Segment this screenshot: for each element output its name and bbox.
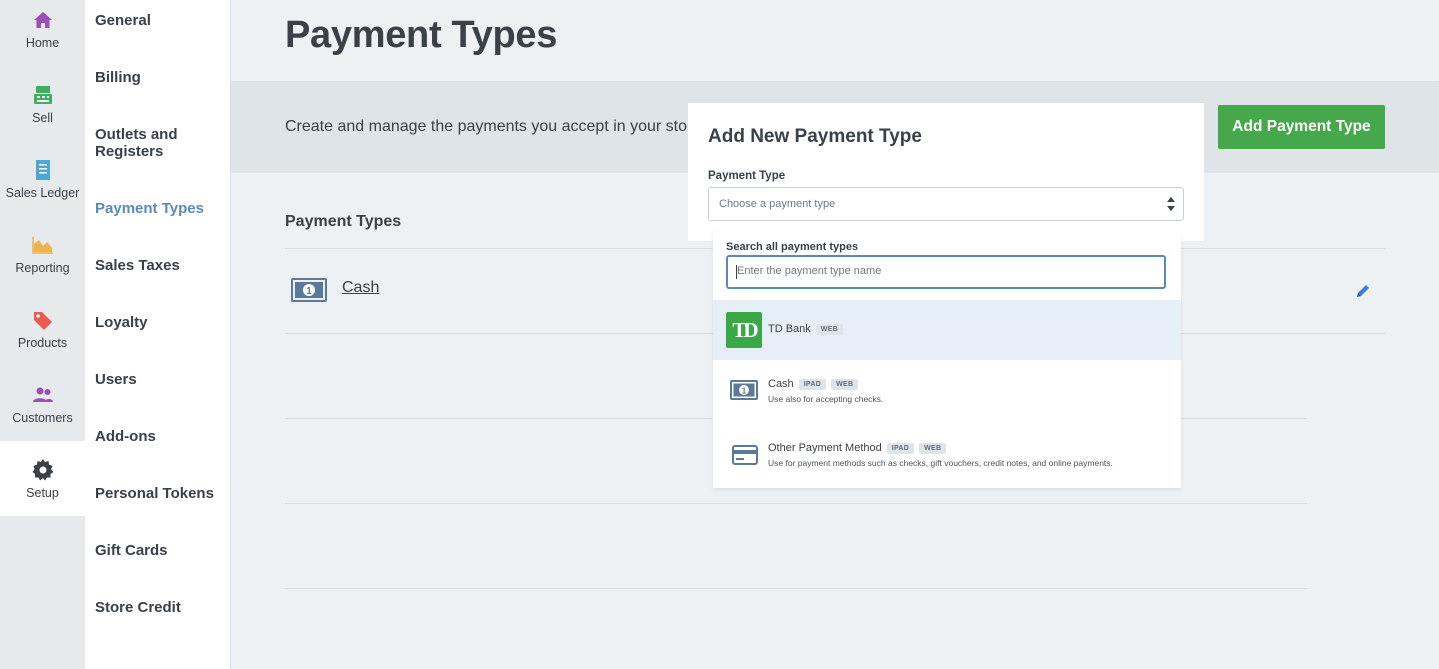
option-name: Cash IPAD WEB [768, 378, 859, 390]
rail-item-sales-ledger[interactable]: Sales Ledger [0, 150, 85, 225]
nav-item-loyalty[interactable]: Loyalty [95, 314, 225, 331]
rail-item-products[interactable]: Products [0, 300, 85, 375]
chart-area-icon [31, 235, 54, 255]
add-payment-type-button[interactable]: Add Payment Type [1218, 105, 1385, 149]
platform-badge: WEB [919, 443, 947, 454]
pencil-icon[interactable] [1355, 283, 1371, 304]
option-td-bank[interactable]: TD TD Bank WEB [713, 300, 1181, 360]
nav-item-outlets-and-registers[interactable]: Outlets and Registers [95, 126, 205, 160]
payment-type-select[interactable]: Choose a payment type [708, 187, 1184, 221]
rail-item-home[interactable]: Home [0, 0, 85, 75]
page-description: Create and manage the payments you accep… [285, 118, 714, 135]
rail-item-reporting[interactable]: Reporting [0, 225, 85, 300]
search-input[interactable] [737, 265, 1157, 277]
option-description: Use for payment methods such as checks, … [768, 458, 1113, 468]
payment-type-link-cash[interactable]: Cash [342, 279, 379, 297]
select-arrows-icon [1167, 195, 1175, 213]
payment-type-dropdown: Search all payment types TD TD BankWEB 1… [713, 230, 1181, 488]
platform-badge: WEB [815, 324, 844, 335]
rail-item-customers[interactable]: Customers [0, 375, 85, 450]
divider [285, 588, 1307, 589]
nav-item-gift-cards[interactable]: Gift Cards [95, 542, 225, 559]
tags-icon [32, 310, 54, 330]
rail-item-label: Setup [26, 486, 59, 500]
modal-title: Add New Payment Type [708, 126, 922, 147]
payment-type-field-label: Payment Type [708, 170, 786, 182]
option-name: Other Payment Method IPAD WEB [768, 442, 947, 454]
svg-text:1: 1 [742, 387, 747, 396]
platform-badge: WEB [831, 379, 859, 390]
platform-badge: IPAD [798, 379, 827, 390]
cash-icon: 1 [291, 278, 327, 307]
nav-item-general[interactable]: General [95, 12, 225, 29]
option-other-payment-method[interactable]: Other Payment Method IPAD WEB Use for paym… [713, 424, 1181, 488]
svg-text:1: 1 [306, 286, 312, 297]
rail-item-label: Customers [12, 411, 73, 425]
rail-item-setup[interactable]: Setup [0, 441, 85, 516]
search-label: Search all payment types [726, 241, 859, 253]
search-field[interactable] [726, 255, 1166, 289]
nav-item-sales-taxes[interactable]: Sales Taxes [95, 257, 225, 274]
page-title: Payment Types [285, 14, 558, 56]
option-cash[interactable]: 1 Cash IPAD WEB Use also for accepting che… [713, 360, 1181, 424]
select-placeholder: Choose a payment type [719, 198, 836, 210]
rail-item-label: Sell [32, 111, 53, 125]
home-icon [32, 10, 54, 30]
add-payment-type-modal: Add New Payment Type Payment Type Choose… [688, 103, 1204, 241]
settings-nav: General Billing Outlets and Registers Pa… [85, 0, 231, 669]
rail-item-label: Sales Ledger [5, 186, 80, 200]
cash-icon: 1 [730, 380, 758, 405]
rail-item-label: Products [17, 336, 68, 350]
receipt-icon [32, 160, 54, 180]
credit-card-icon [732, 445, 758, 470]
app-rail: Home Sell Sales Ledger Reporting Product… [0, 0, 85, 669]
nav-item-users[interactable]: Users [95, 371, 225, 388]
rail-item-label: Home [25, 36, 60, 50]
register-icon [32, 85, 54, 105]
users-icon [32, 385, 54, 405]
rail-item-sell[interactable]: Sell [0, 75, 85, 150]
td-bank-logo: TD [726, 312, 762, 348]
option-name: TD Bank WEB [768, 323, 844, 335]
rail-item-label: Reporting [15, 261, 70, 275]
nav-item-billing[interactable]: Billing [95, 69, 225, 86]
nav-item-add-ons[interactable]: Add-ons [95, 428, 225, 445]
gear-icon [32, 459, 54, 481]
nav-item-store-credit[interactable]: Store Credit [95, 599, 225, 616]
section-title: Payment Types [285, 213, 402, 230]
option-description: Use also for accepting checks. [768, 394, 884, 404]
platform-badge: IPAD [886, 443, 915, 454]
nav-item-personal-tokens[interactable]: Personal Tokens [95, 485, 225, 502]
divider [285, 503, 1307, 504]
nav-item-payment-types[interactable]: Payment Types [95, 200, 225, 217]
